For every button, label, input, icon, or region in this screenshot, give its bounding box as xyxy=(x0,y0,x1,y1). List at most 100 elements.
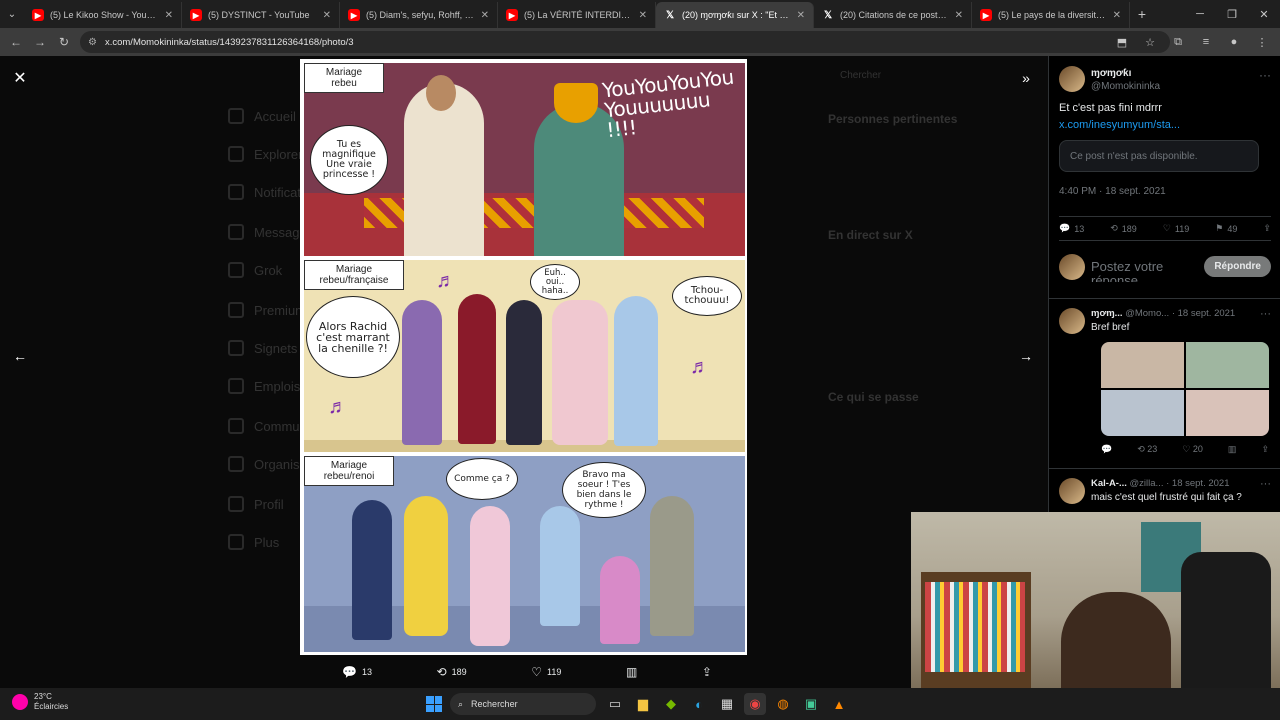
reply-button[interactable]: 💬 13 xyxy=(342,665,372,679)
tab-5[interactable]: 𝕏 (20) Citations de ce post / X ✕ xyxy=(814,2,972,28)
reply-icon[interactable]: 💬 xyxy=(1101,444,1112,455)
groom-head xyxy=(426,75,456,111)
close-viewer-icon[interactable]: ✕ xyxy=(10,68,30,88)
bg-relevant-title: Personnes pertinentes xyxy=(828,112,958,126)
reply-author-name: ɱơɱ... xyxy=(1091,308,1123,319)
bg-nav-label: Profil xyxy=(254,496,284,512)
bar-chart-icon[interactable]: ▥ xyxy=(1228,444,1237,455)
people-icon xyxy=(228,418,244,434)
file-explorer-icon[interactable]: ▆ xyxy=(632,693,654,715)
share-button[interactable]: ⇪ xyxy=(702,665,712,679)
repost-button[interactable]: ⟲ 189 xyxy=(1110,223,1137,234)
share-button[interactable]: ⇪ xyxy=(1263,223,1271,234)
edge-icon[interactable]: ◐ xyxy=(688,693,710,715)
close-icon[interactable]: ✕ xyxy=(639,10,647,21)
firefox-icon[interactable]: ◍ xyxy=(772,693,794,715)
reply-text: Bref bref xyxy=(1091,322,1130,333)
repost-count: 23 xyxy=(1147,444,1158,454)
tab-0[interactable]: ▶ (5) Le Kikoo Show - YouTube ✕ xyxy=(24,2,182,28)
install-icon[interactable]: ⬒ xyxy=(1110,30,1134,54)
search-icon xyxy=(228,146,244,162)
tab-1[interactable]: ▶ (5) DYSTINCT - YouTube ✕ xyxy=(182,2,340,28)
collapse-panel-icon[interactable]: » xyxy=(1016,68,1036,88)
more-options-icon[interactable]: ··· xyxy=(1260,308,1271,320)
repost-button[interactable]: ⟲ 189 xyxy=(437,665,467,679)
forward-icon[interactable]: → xyxy=(28,30,52,54)
reply-date: · 18 sept. 2021 xyxy=(1166,478,1230,489)
tab-3[interactable]: ▶ (5) La VÉRITÉ INTERDITE sur DO ✕ xyxy=(498,2,656,28)
youtube-icon: ▶ xyxy=(980,9,992,21)
previous-photo-icon[interactable]: ← xyxy=(10,346,30,366)
tab-4-active[interactable]: 𝕏 (20) ɱơɱơƙı sur X : "Et c'est pa ✕ xyxy=(656,2,814,28)
media-thumb[interactable] xyxy=(1186,390,1269,436)
tab-title: (5) Le pays de la diversité | Paki xyxy=(998,10,1107,20)
close-icon[interactable]: ✕ xyxy=(165,10,173,21)
dancer-1 xyxy=(352,500,392,640)
bookmark-button[interactable]: ⚑ 49 xyxy=(1215,223,1237,234)
close-icon[interactable]: ✕ xyxy=(323,10,331,21)
bookmark-icon: ⚑ xyxy=(1215,223,1224,233)
tab-title: (5) La VÉRITÉ INTERDITE sur DO xyxy=(524,10,633,20)
search-icon: ⌕ xyxy=(458,698,464,709)
media-thumb[interactable] xyxy=(1101,390,1184,436)
extensions-icon[interactable]: ⧉ xyxy=(1166,30,1190,54)
avatar[interactable] xyxy=(1059,478,1085,504)
taskbar-search[interactable]: ⌕ Rechercher xyxy=(450,693,596,715)
tab-title: (20) Citations de ce post / X xyxy=(840,10,949,20)
tweet-link[interactable]: x.com/inesyumyum/sta... xyxy=(1059,119,1180,131)
app-icon[interactable]: ▣ xyxy=(800,693,822,715)
media-thumb[interactable] xyxy=(1186,342,1269,388)
reply-input[interactable]: Postez votre réponse xyxy=(1091,260,1191,282)
media-icon[interactable]: ≡ xyxy=(1194,30,1218,54)
menu-icon[interactable]: ⋮ xyxy=(1250,30,1274,54)
more-options-icon[interactable]: ··· xyxy=(1259,68,1271,82)
windows-start-icon[interactable] xyxy=(426,696,442,712)
vlc-icon[interactable]: ▲ xyxy=(828,693,850,715)
url-input[interactable]: ⚙ x.com/Momokininka/status/1439237831126… xyxy=(80,31,1170,53)
like-button[interactable]: ♡ 119 xyxy=(531,665,561,679)
reply-button[interactable]: 💬 13 xyxy=(1059,223,1084,234)
like-button[interactable]: ♡ 119 xyxy=(1163,223,1189,234)
tab-6[interactable]: ▶ (5) Le pays de la diversité | Paki ✕ xyxy=(972,2,1130,28)
views-button[interactable]: ▥ xyxy=(626,665,637,679)
close-window-icon[interactable]: ✕ xyxy=(1248,0,1280,28)
tab-search-icon[interactable]: ⌄ xyxy=(0,0,24,28)
tab-2[interactable]: ▶ (5) Diam's, sefyu, Rohff, quand ✕ xyxy=(340,2,498,28)
avatar[interactable] xyxy=(1059,66,1085,92)
close-icon[interactable]: ✕ xyxy=(1113,10,1121,21)
close-icon[interactable]: ✕ xyxy=(797,10,805,21)
reply-media-grid[interactable] xyxy=(1101,342,1269,436)
close-icon[interactable]: ✕ xyxy=(955,10,963,21)
bookmark-star-icon[interactable]: ☆ xyxy=(1138,30,1162,54)
site-info-icon[interactable]: ⚙ xyxy=(88,37,97,48)
avatar[interactable] xyxy=(1059,308,1085,334)
new-tab-button[interactable]: + xyxy=(1130,6,1154,22)
more-options-icon[interactable]: ··· xyxy=(1260,478,1271,490)
share-icon[interactable]: ⇪ xyxy=(1261,444,1269,455)
minimize-icon[interactable]: ─ xyxy=(1184,0,1216,28)
reply-submit-button[interactable]: Répondre xyxy=(1204,256,1271,277)
reply-item[interactable]: ɱơɱ... @Momo... · 18 sept. 2021 ··· Bref… xyxy=(1059,308,1271,470)
comic-panel-2: Mariage rebeu/française ♬ ♬ ♬ Alors Rach… xyxy=(304,260,745,452)
close-icon[interactable]: ✕ xyxy=(481,10,489,21)
back-icon[interactable]: ← xyxy=(4,30,28,54)
media-thumb[interactable] xyxy=(1101,342,1184,388)
divider xyxy=(1049,298,1280,299)
weather-desc: Éclaircies xyxy=(34,702,69,711)
store-icon[interactable]: ▦ xyxy=(716,693,738,715)
author-handle[interactable]: @Momokininka xyxy=(1091,81,1160,92)
weather-widget[interactable]: 23°C Éclaircies xyxy=(12,692,68,712)
task-view-icon[interactable]: ▭ xyxy=(604,693,626,715)
chrome-icon[interactable]: ◉ xyxy=(744,693,766,715)
reply-author-name: Kal-A-... xyxy=(1091,478,1127,489)
maximize-icon[interactable]: ❐ xyxy=(1216,0,1248,28)
dancer-3 xyxy=(506,300,542,445)
reload-icon[interactable]: ↻ xyxy=(52,30,76,54)
like-button[interactable]: ♡ 20 xyxy=(1182,444,1203,455)
repost-button[interactable]: ⟲ 23 xyxy=(1137,444,1157,455)
tweet-timestamp[interactable]: 4:40 PM · 18 sept. 2021 xyxy=(1059,186,1166,197)
nvidia-icon[interactable]: ◆ xyxy=(660,693,682,715)
next-photo-icon[interactable]: → xyxy=(1016,346,1036,366)
author-name[interactable]: ɱơɱơƙı xyxy=(1091,68,1131,79)
profile-icon[interactable]: ● xyxy=(1222,30,1246,54)
